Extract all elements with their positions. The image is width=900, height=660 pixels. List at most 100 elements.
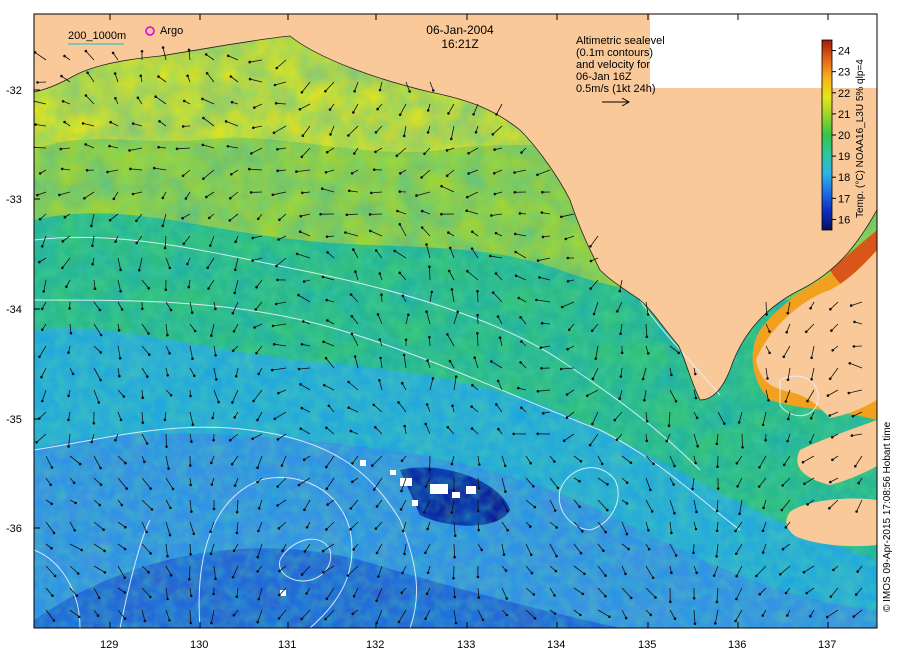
velocity-vector-head [400,489,403,493]
velocity-vector-head [257,529,260,533]
velocity-vector-head [303,508,306,512]
velocity-vector-head [300,573,304,576]
velocity-vector-head [124,525,127,529]
velocity-vector-head [629,596,633,600]
velocity-vector-head [398,190,402,193]
velocity-vector-head [166,597,169,601]
velocity-vector-head [641,377,645,381]
velocity-vector-head [123,576,126,579]
velocity-vector-head [352,111,355,114]
velocity-vector-head [806,399,809,403]
velocity-vector-head [809,416,813,420]
velocity-vector-head [504,569,508,572]
velocity-vector-head [319,212,322,216]
velocity-vector-head [540,321,544,325]
velocity-vector [717,455,719,467]
velocity-vector-head [786,614,789,617]
velocity-vector-head [65,285,68,289]
velocity-vector-head [594,357,598,360]
velocity-vector-head [99,333,103,337]
velocity-vector-head [454,375,458,379]
velocity-vector-head [715,529,719,533]
velocity-vector-head [168,619,171,622]
velocity-note-line: and velocity for [576,59,650,71]
velocity-vector-head [553,460,556,463]
velocity-vector-head [758,466,761,469]
colorbar-tick-label: 17 [838,193,850,205]
velocity-vector-head [393,249,397,253]
velocity-vector-head [255,285,258,289]
velocity-vector-head [347,134,350,137]
velocity-vector-head [169,506,172,510]
velocity-vector-head [328,108,332,111]
velocity-vector-head [58,193,61,197]
velocity-vector-head [480,548,484,552]
velocity-vector-head [147,570,150,574]
velocity-vector-head [103,549,106,553]
velocity-vector-head [780,508,784,512]
velocity-vector-head [235,531,239,535]
velocity-vector-head [256,555,260,559]
velocity-vector-head [329,133,332,136]
velocity-vector-head [643,398,646,402]
velocity-vector-head [163,246,167,250]
velocity-vector-head [496,379,500,383]
velocity-vector-head [256,418,259,422]
velocity-vector-head [715,509,719,513]
velocity-vector-head [141,421,145,425]
velocity-vector-head [532,593,536,596]
velocity-vector-head [325,487,329,491]
velocity-vector-head [38,355,41,359]
velocity-vector-head [787,417,790,421]
velocity-vector-head [619,375,623,378]
velocity-vector-head [736,485,739,488]
velocity-vector-head [645,420,649,423]
velocity-vector-head [166,333,169,337]
velocity-vector-head [620,351,624,355]
velocity-vector-head [119,418,123,422]
velocity-vector-head [209,530,212,534]
velocity-vector-head [828,506,831,510]
velocity-vector-head [369,229,372,233]
velocity-vector-head [370,191,373,195]
velocity-vector-head [853,320,856,324]
sst-map: -32 -33 -34 -35 -36 129 130 131 132 133 … [6,13,878,651]
velocity-vector-head [424,617,427,620]
velocity-vector-head [578,505,581,509]
velocity-vector-head [349,429,353,433]
velocity-vector [477,291,479,303]
velocity-vector-head [114,438,117,442]
velocity-vector-head [374,131,378,134]
velocity-vector-head [77,615,81,619]
velocity-vector-head [454,621,458,625]
velocity-vector-head [476,575,480,579]
velocity-vector-head [857,481,860,485]
velocity-vector-head [533,617,537,620]
velocity-vector-head [665,439,669,443]
velocity-vector-head [470,247,474,250]
velocity-vector-head [149,487,152,490]
velocity-vector-head [189,394,192,398]
velocity-vector-head [135,219,138,223]
velocity-vector-head [300,155,304,159]
velocity-vector-head [826,394,830,397]
credit-text: © IMOS 09-Apr-2015 17:08:56 Hobart time [882,421,893,612]
velocity-vector-head [83,197,86,200]
velocity-vector-head [450,137,453,141]
velocity-vector-head [253,326,256,329]
velocity-vector-head [761,529,765,533]
velocity-vector-head [344,231,347,234]
velocity-vector-head [446,426,450,429]
velocity-vector-head [478,463,481,466]
lat-tick-label: -36 [6,523,22,535]
velocity-vector-head [41,328,44,332]
velocity-vector-head [228,219,232,222]
velocity-vector-head [206,266,209,270]
velocity-vector-head [201,97,204,101]
velocity-vector-head [491,291,495,294]
velocity-vector-head [566,347,569,351]
velocity-vector-head [74,501,77,505]
velocity-vector-head [278,593,281,597]
velocity-vector-head [565,393,569,396]
velocity-vector-head [325,298,329,302]
